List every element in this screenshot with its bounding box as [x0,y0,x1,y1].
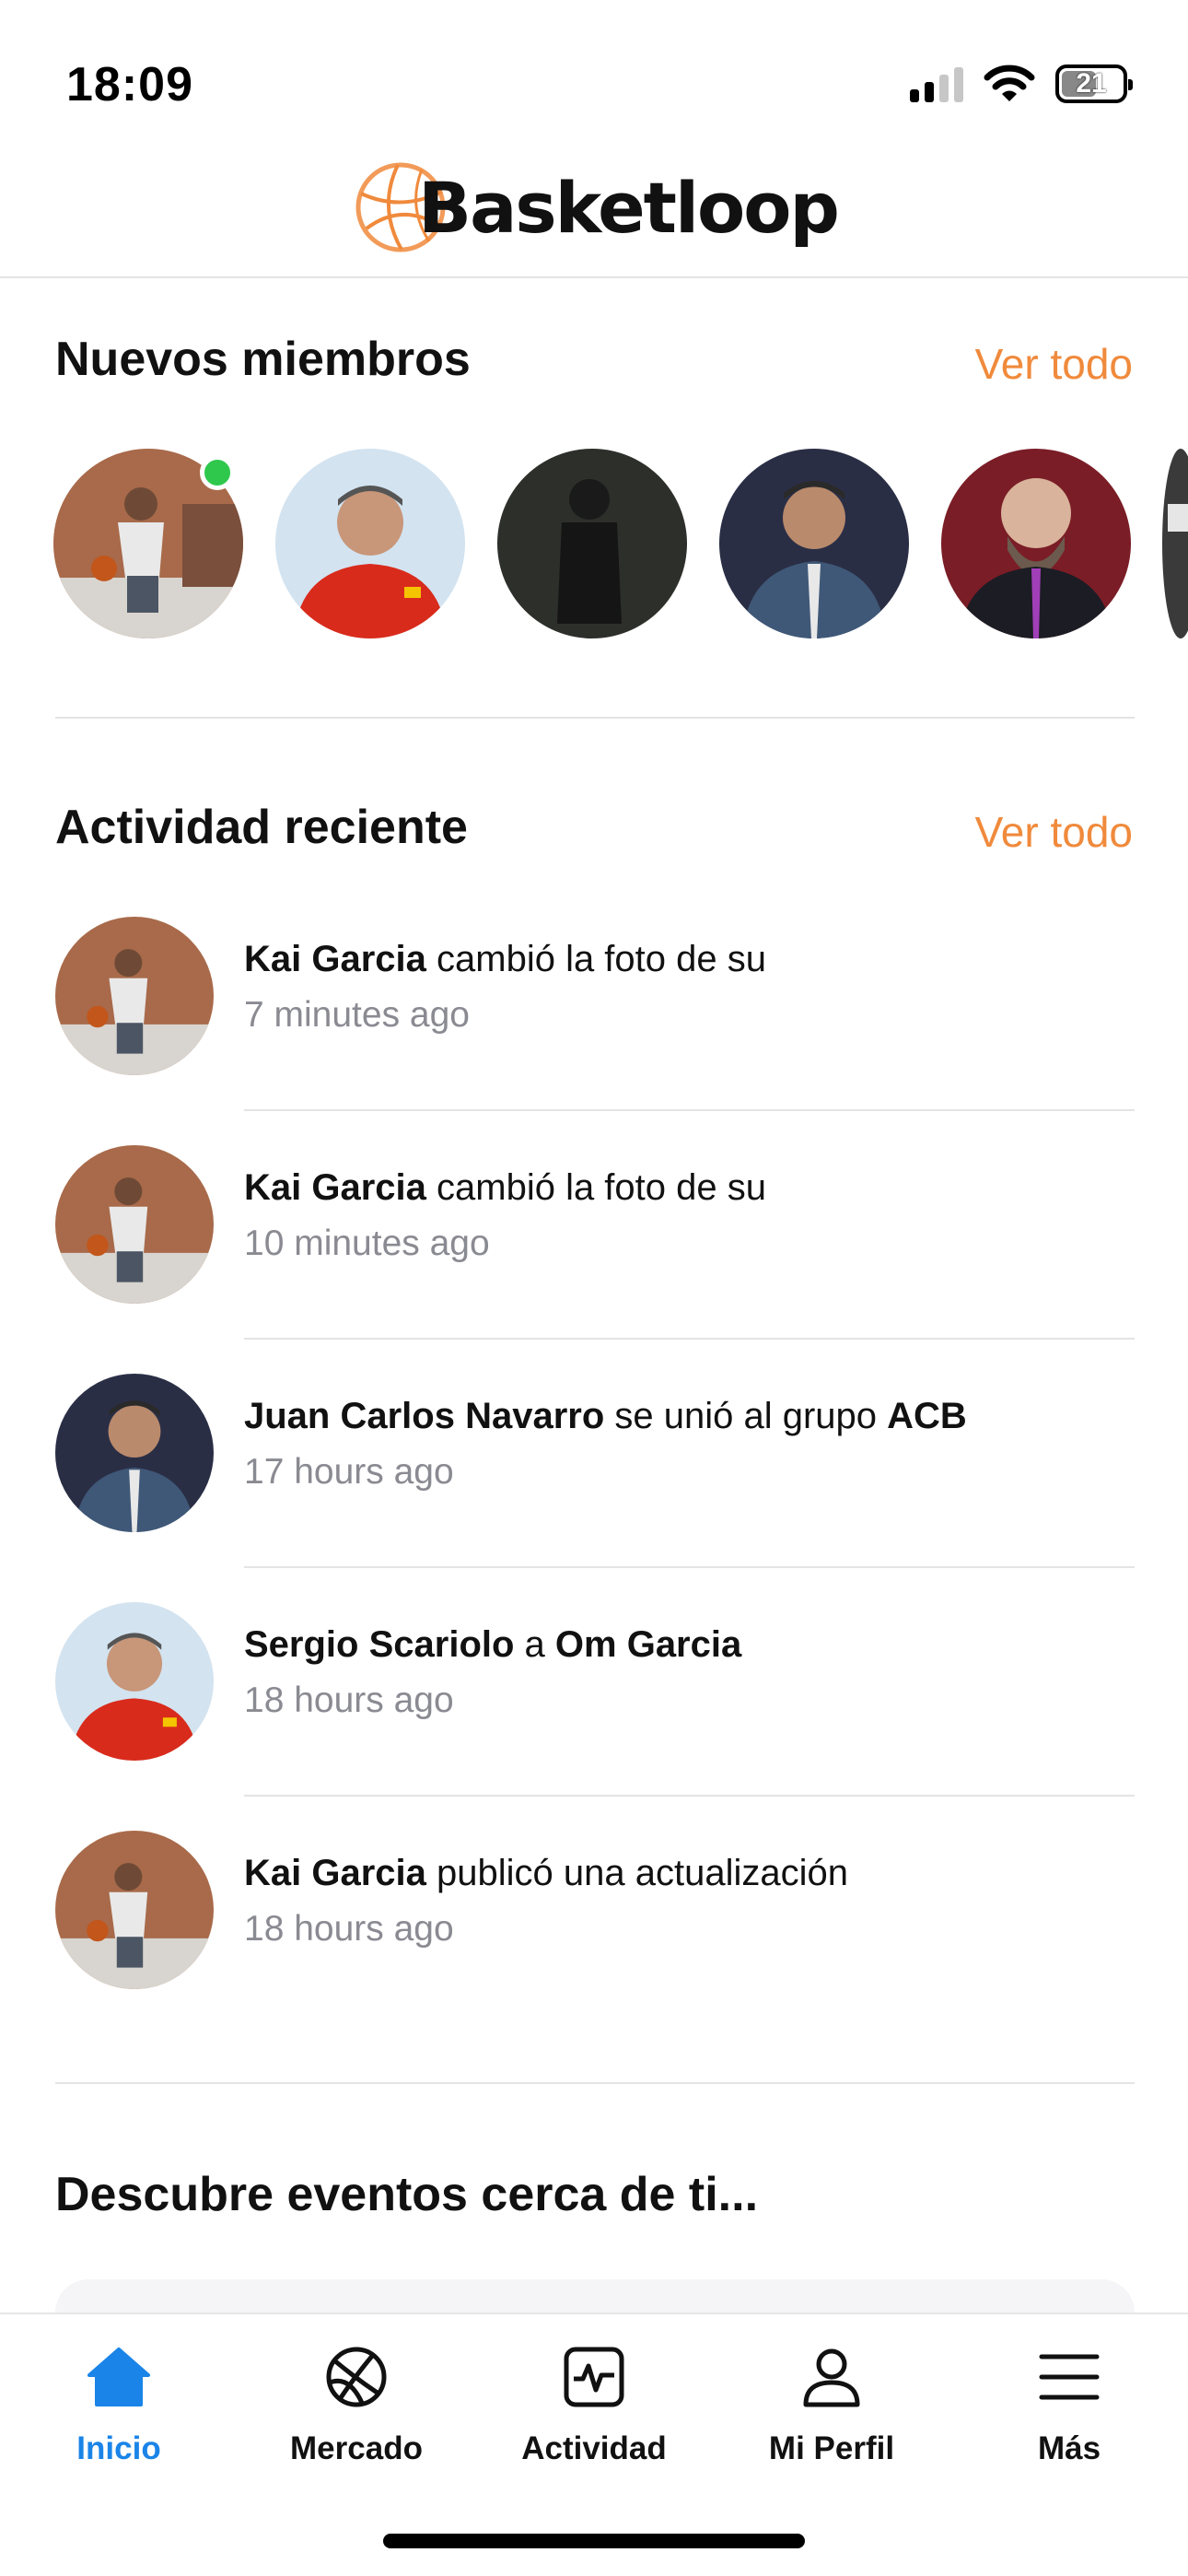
activity-target[interactable]: Om Garcia [555,1624,741,1665]
section-divider [55,2082,1135,2084]
activity-time: 10 minutes ago [244,1224,490,1263]
activity-avatar[interactable] [55,1145,214,1304]
home-icon [87,2348,150,2406]
member-avatar[interactable] [941,449,1131,638]
tab-label: Mi Perfil [768,2430,895,2466]
activity-actor[interactable]: Kai Garcia [244,1853,426,1893]
profile-icon [803,2348,860,2407]
cellular-signal-icon [910,65,963,102]
app-logo[interactable]: Basketloop [350,157,840,258]
activity-divider [244,1795,1135,1797]
activity-text: Juan Carlos Navarro se unió al grupo ACB [244,1396,967,1437]
avatar-photo-icon [55,1374,214,1532]
activity-time: 18 hours ago [244,1909,454,1949]
activity-item[interactable]: Kai Garcia cambió la foto de su 7 minute… [0,917,1188,1145]
new-members-see-all-link[interactable]: Ver todo [975,339,1133,389]
avatar-photo-icon [941,449,1131,638]
activity-actor[interactable]: Juan Carlos Navarro [244,1396,604,1436]
tab-label: Más [1037,2430,1101,2466]
activity-item[interactable]: Juan Carlos Navarro se unió al grupo ACB… [0,1374,1188,1602]
status-bar: 18:09 21 [0,0,1188,147]
tab-label: Inicio [76,2430,161,2466]
avatar-photo-icon [55,1831,214,1989]
member-avatar[interactable] [275,449,465,638]
activity-action: publicó una actualización [425,1853,848,1893]
activity-avatar[interactable] [55,917,214,1075]
activity-text: Kai Garcia cambió la foto de su [244,939,766,980]
logo-text: Basketloop [418,166,840,249]
member-avatar[interactable] [497,449,687,638]
avatar-photo-icon [55,1145,214,1304]
online-status-indicator [200,455,235,490]
new-members-title: Nuevos miembros [55,333,471,386]
activity-time: 18 hours ago [244,1680,454,1720]
section-divider [55,717,1135,719]
basketball-icon [326,2347,387,2407]
activity-divider [244,1566,1135,1568]
tab-label: Actividad [521,2430,667,2466]
avatar-photo-icon [719,449,909,638]
avatar-photo-icon [55,1602,214,1761]
tab-actividad[interactable]: Actividad [475,2314,713,2499]
activity-action: a [514,1624,555,1665]
tab-inicio[interactable]: Inicio [0,2314,238,2499]
member-avatar[interactable] [719,449,909,638]
tab-label: Mercado [290,2430,423,2466]
battery-icon: 21 [1055,64,1133,103]
activity-divider [244,1109,1135,1111]
activity-item[interactable]: Kai Garcia publicó una actualización 18 … [0,1831,1188,2059]
events-title: Descubre eventos cerca de ti... [55,2168,759,2221]
wifi-icon [984,64,1035,101]
tab-mas[interactable]: Más [950,2314,1188,2499]
recent-activity-see-all-link[interactable]: Ver todo [975,807,1133,857]
avatar-photo-icon [497,449,687,638]
activity-actor[interactable]: Kai Garcia [244,939,426,979]
activity-avatar[interactable] [55,1374,214,1532]
activity-item[interactable]: Sergio Scariolo a Om Garcia 18 hours ago [0,1602,1188,1831]
activity-text: Sergio Scariolo a Om Garcia [244,1624,741,1666]
activity-icon [564,2347,624,2407]
member-avatar[interactable] [1162,449,1188,638]
status-time: 18:09 [66,58,193,111]
tab-mercado[interactable]: Mercado [238,2314,475,2499]
tab-mi-perfil[interactable]: Mi Perfil [713,2314,950,2499]
avatar-photo-icon [1162,449,1188,638]
activity-avatar[interactable] [55,1831,214,1989]
activity-divider [244,1338,1135,1340]
activity-text: Kai Garcia publicó una actualización [244,1853,848,1894]
recent-activity-title: Actividad reciente [55,801,468,854]
activity-time: 17 hours ago [244,1452,454,1492]
activity-time: 7 minutes ago [244,995,470,1035]
activity-avatar[interactable] [55,1602,214,1761]
status-icons: 21 [910,64,1133,103]
activity-item[interactable]: Kai Garcia cambió la foto de su 10 minut… [0,1145,1188,1374]
activity-target[interactable]: ACB [887,1396,967,1436]
avatar-photo-icon [55,917,214,1075]
activity-action: cambió la foto de su [425,1167,766,1208]
activity-action: cambió la foto de su [425,939,766,979]
avatar-photo-icon [275,449,465,638]
activity-text: Kai Garcia cambió la foto de su [244,1167,766,1209]
menu-icon [1039,2354,1100,2400]
activity-actor[interactable]: Kai Garcia [244,1167,426,1208]
home-indicator [383,2534,805,2548]
battery-level: 21 [1076,68,1107,99]
app-header: Basketloop [0,138,1188,278]
activity-action: se unió al grupo [604,1396,888,1436]
activity-actor[interactable]: Sergio Scariolo [244,1624,514,1665]
